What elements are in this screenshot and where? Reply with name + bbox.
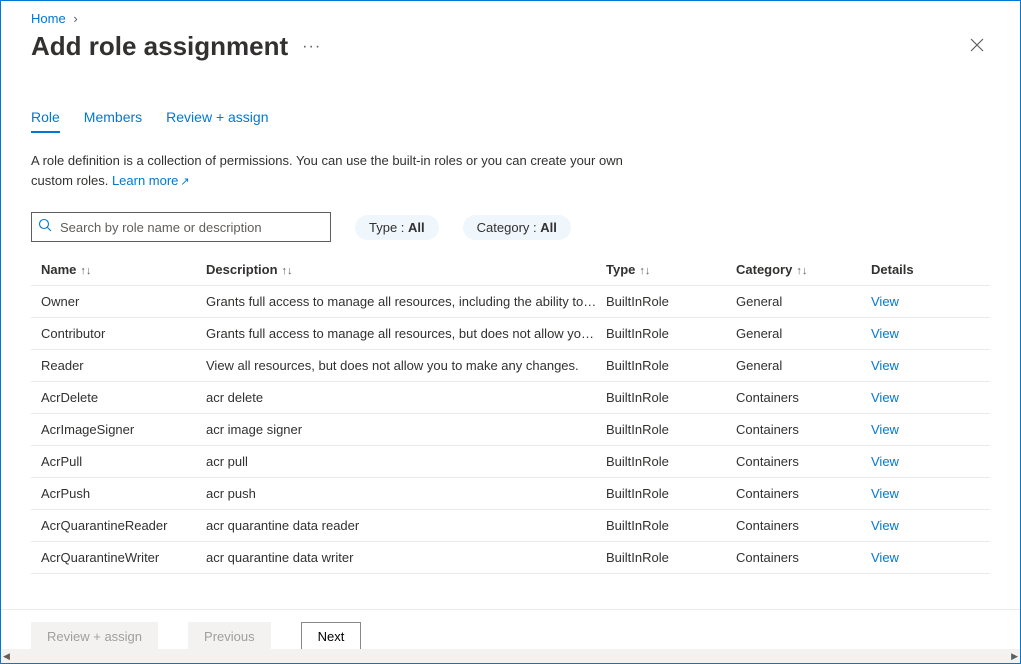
filter-category-value: All: [540, 220, 557, 235]
view-link[interactable]: View: [871, 550, 971, 565]
view-link[interactable]: View: [871, 390, 971, 405]
search-box: [31, 212, 331, 242]
description-text: A role definition is a collection of per…: [31, 151, 631, 190]
cell-description: Grants full access to manage all resourc…: [206, 294, 606, 309]
cell-description: acr quarantine data writer: [206, 550, 606, 565]
footer: Review + assign Previous Next ◀ ▶: [1, 609, 1020, 663]
sort-icon: ↑↓: [80, 265, 91, 277]
view-link[interactable]: View: [871, 518, 971, 533]
filter-type[interactable]: Type : All: [355, 215, 439, 240]
cell-category: Containers: [736, 390, 871, 405]
breadcrumb-home[interactable]: Home: [31, 11, 66, 26]
cell-description: acr pull: [206, 454, 606, 469]
chevron-right-icon: ›: [73, 11, 77, 26]
cell-name: AcrQuarantineWriter: [41, 550, 206, 565]
filter-row: Type : All Category : All: [31, 212, 990, 242]
scroll-left-icon[interactable]: ◀: [3, 651, 10, 662]
view-link[interactable]: View: [871, 358, 971, 373]
learn-more-label: Learn more: [112, 173, 178, 188]
tab-role[interactable]: Role: [31, 109, 60, 133]
close-icon: [970, 38, 984, 52]
cell-name: Contributor: [41, 326, 206, 341]
sort-icon: ↑↓: [282, 265, 293, 277]
tab-review-assign[interactable]: Review + assign: [166, 109, 268, 133]
previous-button: Previous: [188, 622, 271, 652]
cell-description: View all resources, but does not allow y…: [206, 358, 606, 373]
cell-description: Grants full access to manage all resourc…: [206, 326, 606, 341]
cell-description: acr delete: [206, 390, 606, 405]
cell-category: General: [736, 294, 871, 309]
col-type[interactable]: Type↑↓: [606, 262, 736, 277]
tab-members[interactable]: Members: [84, 109, 142, 133]
table-row[interactable]: AcrPullacr pullBuiltInRoleContainersView: [31, 446, 990, 478]
sort-icon: ↑↓: [796, 265, 807, 277]
cell-type: BuiltInRole: [606, 422, 736, 437]
search-input[interactable]: [31, 212, 331, 242]
view-link[interactable]: View: [871, 486, 971, 501]
cell-name: AcrDelete: [41, 390, 206, 405]
tabs: Role Members Review + assign: [31, 109, 990, 133]
cell-category: Containers: [736, 518, 871, 533]
cell-type: BuiltInRole: [606, 486, 736, 501]
col-name[interactable]: Name↑↓: [41, 262, 206, 277]
cell-category: Containers: [736, 486, 871, 501]
cell-description: acr quarantine data reader: [206, 518, 606, 533]
cell-category: Containers: [736, 422, 871, 437]
next-button[interactable]: Next: [301, 622, 362, 652]
col-details: Details: [871, 262, 971, 277]
horizontal-scrollbar[interactable]: ◀ ▶: [1, 649, 1020, 663]
learn-more-link[interactable]: Learn more↗: [112, 173, 190, 188]
table-row[interactable]: AcrDeleteacr deleteBuiltInRoleContainers…: [31, 382, 990, 414]
cell-category: General: [736, 326, 871, 341]
cell-type: BuiltInRole: [606, 454, 736, 469]
view-link[interactable]: View: [871, 422, 971, 437]
close-button[interactable]: [964, 30, 990, 63]
table-row[interactable]: ReaderView all resources, but does not a…: [31, 350, 990, 382]
sort-icon: ↑↓: [639, 265, 650, 277]
more-icon[interactable]: ···: [302, 38, 321, 56]
view-link[interactable]: View: [871, 454, 971, 469]
cell-name: Reader: [41, 358, 206, 373]
cell-description: acr push: [206, 486, 606, 501]
cell-name: AcrPull: [41, 454, 206, 469]
table-row[interactable]: AcrPushacr pushBuiltInRoleContainersView: [31, 478, 990, 510]
filter-type-value: All: [408, 220, 425, 235]
breadcrumb: Home ›: [1, 1, 1020, 30]
cell-name: AcrQuarantineReader: [41, 518, 206, 533]
view-link[interactable]: View: [871, 294, 971, 309]
content-scroll[interactable]: Role Members Review + assign A role defi…: [1, 83, 1020, 609]
table-row[interactable]: AcrImageSigneracr image signerBuiltInRol…: [31, 414, 990, 446]
table-row[interactable]: AcrQuarantineReaderacr quarantine data r…: [31, 510, 990, 542]
cell-name: Owner: [41, 294, 206, 309]
roles-table: Name↑↓ Description↑↓ Type↑↓ Category↑↓ D…: [31, 256, 990, 574]
cell-type: BuiltInRole: [606, 518, 736, 533]
filter-category[interactable]: Category : All: [463, 215, 571, 240]
table-row[interactable]: AcrQuarantineWriteracr quarantine data w…: [31, 542, 990, 574]
cell-name: AcrPush: [41, 486, 206, 501]
cell-category: General: [736, 358, 871, 373]
col-description[interactable]: Description↑↓: [206, 262, 606, 277]
cell-type: BuiltInRole: [606, 390, 736, 405]
cell-type: BuiltInRole: [606, 358, 736, 373]
header: Add role assignment ···: [1, 30, 1020, 71]
cell-name: AcrImageSigner: [41, 422, 206, 437]
cell-category: Containers: [736, 550, 871, 565]
col-category[interactable]: Category↑↓: [736, 262, 871, 277]
search-icon: [38, 218, 52, 235]
filter-category-label: Category :: [477, 220, 541, 235]
view-link[interactable]: View: [871, 326, 971, 341]
table-row[interactable]: OwnerGrants full access to manage all re…: [31, 286, 990, 318]
external-link-icon: ↗: [180, 174, 189, 191]
scroll-right-icon[interactable]: ▶: [1011, 651, 1018, 662]
cell-category: Containers: [736, 454, 871, 469]
cell-description: acr image signer: [206, 422, 606, 437]
cell-type: BuiltInRole: [606, 326, 736, 341]
filter-type-label: Type :: [369, 220, 408, 235]
table-row[interactable]: ContributorGrants full access to manage …: [31, 318, 990, 350]
cell-type: BuiltInRole: [606, 294, 736, 309]
page-title: Add role assignment: [31, 31, 288, 62]
table-header: Name↑↓ Description↑↓ Type↑↓ Category↑↓ D…: [31, 256, 990, 286]
review-assign-button: Review + assign: [31, 622, 158, 652]
cell-type: BuiltInRole: [606, 550, 736, 565]
